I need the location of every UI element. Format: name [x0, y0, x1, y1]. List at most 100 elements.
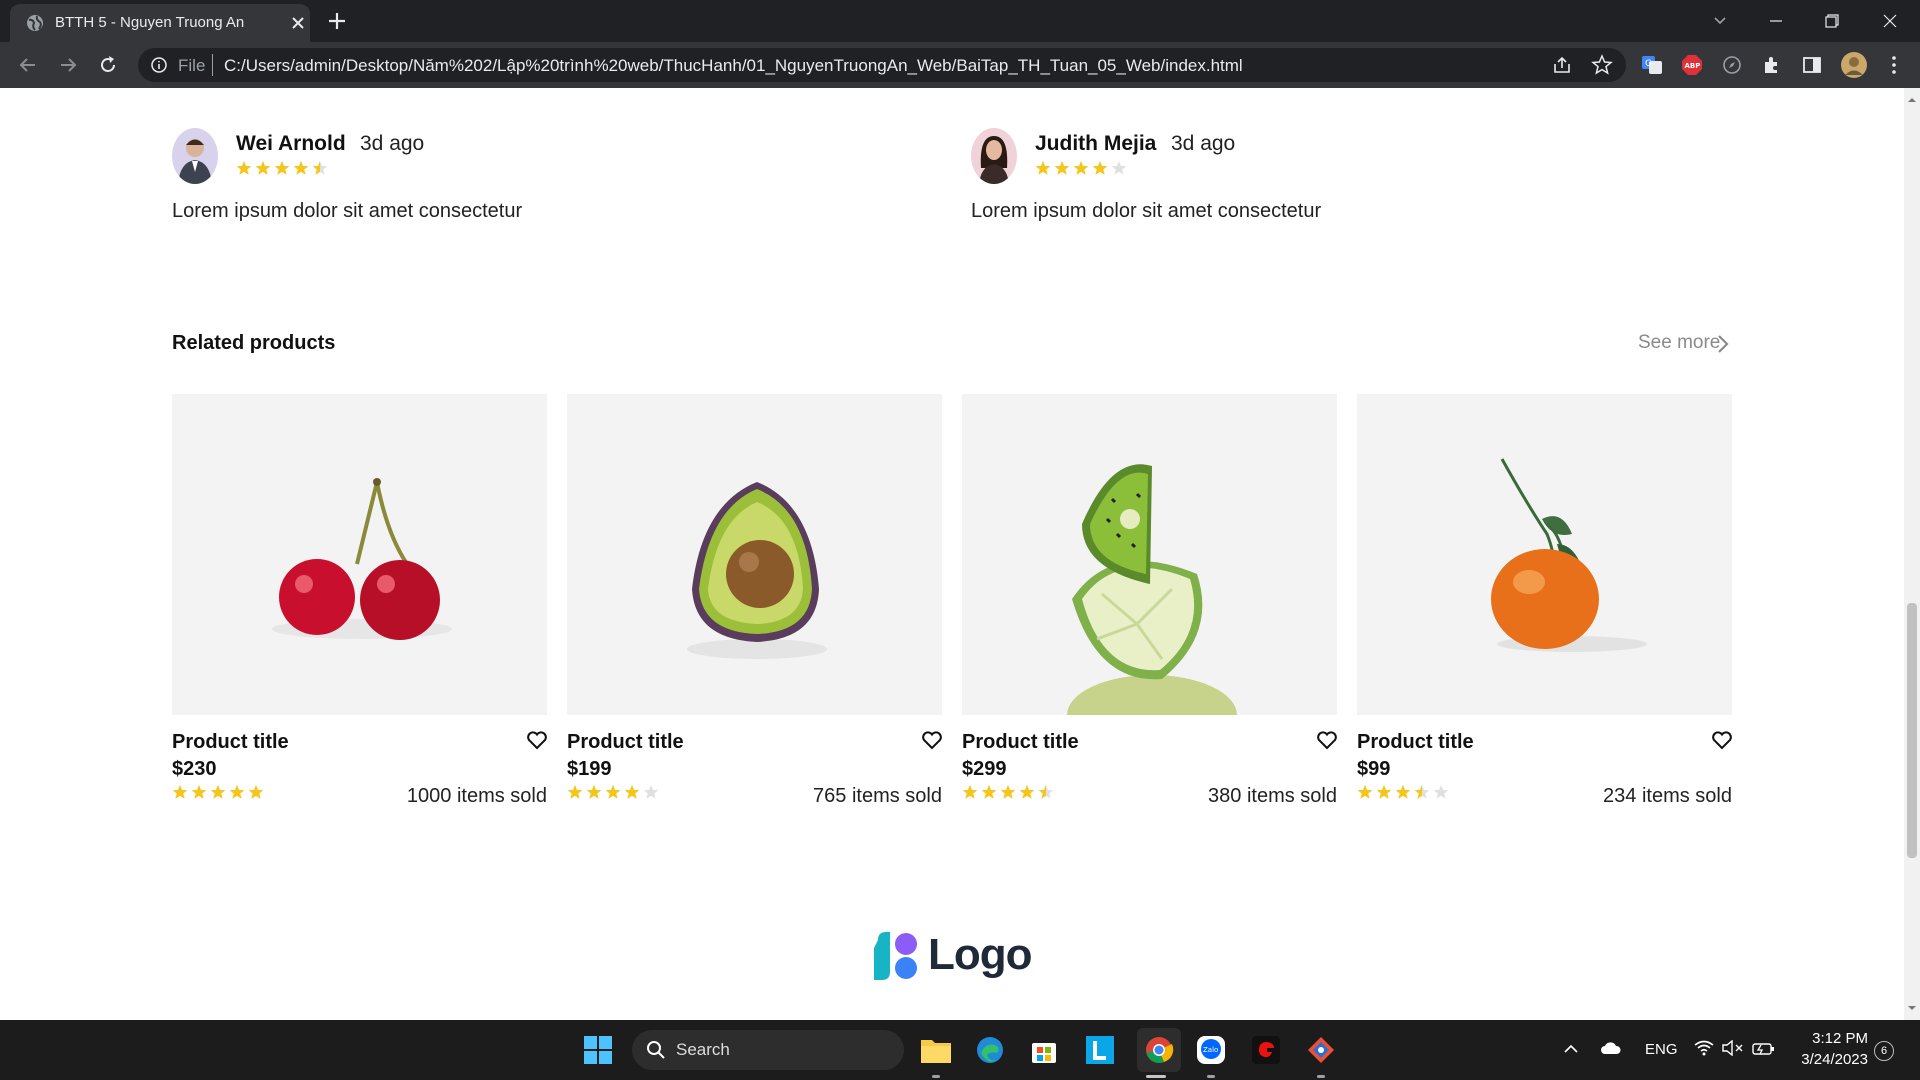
running-indicator: [1207, 1075, 1215, 1078]
notification-count: 6: [1880, 1045, 1888, 1057]
star-rating-icons: [962, 785, 1054, 799]
notification-badge[interactable]: 6: [1874, 1041, 1894, 1061]
product-title[interactable]: Product title: [567, 731, 684, 754]
microsoft-store-icon[interactable]: [1026, 1032, 1062, 1068]
browser-toolbar: File C:/Users/admin/Desktop/Năm%202/Lập%…: [0, 42, 1920, 88]
site-info-icon[interactable]: [150, 56, 168, 74]
star-icon: [1357, 785, 1373, 799]
scroll-up-arrow-icon[interactable]: [1908, 96, 1916, 104]
review-rating: [1035, 160, 1127, 181]
star-icon: [567, 785, 583, 799]
product-title[interactable]: Product title: [1357, 731, 1474, 754]
profile-avatar[interactable]: [1840, 51, 1868, 79]
edge-browser-icon[interactable]: [972, 1032, 1008, 1068]
scrollbar-thumb[interactable]: [1907, 603, 1917, 858]
product-card[interactable]: Product title $299 380 items sold: [962, 394, 1337, 814]
logo-mark-icon: [874, 932, 917, 980]
star-icon: [962, 785, 978, 799]
restore-icon[interactable]: [1804, 0, 1860, 42]
star-rating-icons: [1035, 161, 1127, 175]
url-text[interactable]: C:/Users/admin/Desktop/Năm%202/Lập%20trì…: [224, 56, 1243, 76]
star-icon: [1038, 785, 1054, 799]
chevron-up-icon[interactable]: [1564, 1044, 1578, 1054]
back-icon[interactable]: [16, 53, 40, 77]
garena-icon[interactable]: [1248, 1032, 1284, 1068]
footer-logo[interactable]: Logo: [870, 928, 1040, 984]
star-icon: [1376, 785, 1392, 799]
product-card[interactable]: Product title $199 765 items sold: [567, 394, 942, 814]
product-price: $199: [567, 758, 612, 780]
volume-muted-icon[interactable]: [1722, 1040, 1744, 1056]
product-rating: [567, 784, 659, 805]
new-tab-icon[interactable]: [326, 10, 348, 32]
star-rating-icons: [1357, 785, 1449, 799]
adblock-icon[interactable]: ABP: [1680, 53, 1704, 77]
reviewer-name: Wei Arnold: [236, 132, 346, 155]
wifi-icon[interactable]: [1694, 1040, 1714, 1056]
product-image-cherry[interactable]: [172, 394, 547, 715]
page-scrollbar[interactable]: [1904, 88, 1920, 1020]
heart-icon[interactable]: [1711, 730, 1733, 750]
star-icon: [605, 785, 621, 799]
battery-charging-icon[interactable]: [1752, 1039, 1776, 1057]
zalo-icon[interactable]: Zalo: [1193, 1032, 1229, 1068]
chrome-icon[interactable]: [1137, 1028, 1181, 1072]
scroll-down-arrow-icon[interactable]: [1908, 1004, 1916, 1012]
bookmark-star-icon[interactable]: [1590, 53, 1614, 77]
windows-start-icon[interactable]: [580, 1032, 616, 1068]
onedrive-cloud-icon[interactable]: [1600, 1040, 1622, 1056]
share-icon[interactable]: [1550, 53, 1574, 77]
menu-icon[interactable]: [1882, 53, 1906, 77]
git-app-icon[interactable]: [1303, 1032, 1339, 1068]
star-icon: [981, 785, 997, 799]
star-icon: [1054, 161, 1070, 175]
heart-icon[interactable]: [1316, 730, 1338, 750]
l-app-icon[interactable]: [1082, 1032, 1118, 1068]
tab-search-icon[interactable]: [1692, 0, 1748, 42]
address-bar[interactable]: File C:/Users/admin/Desktop/Năm%202/Lập%…: [138, 48, 1626, 82]
review-text: Lorem ipsum dolor sit amet consectetur: [971, 200, 1322, 222]
product-title[interactable]: Product title: [962, 731, 1079, 754]
compass-extension-icon[interactable]: [1720, 53, 1744, 77]
review-time: 3d ago: [1171, 132, 1236, 155]
star-icon: [293, 161, 309, 175]
star-icon: [1073, 161, 1089, 175]
close-tab-icon[interactable]: [288, 13, 308, 33]
product-image-tangerine[interactable]: [1357, 394, 1732, 715]
svg-text:G: G: [1645, 59, 1652, 69]
file-explorer-icon[interactable]: [918, 1032, 954, 1068]
product-title[interactable]: Product title: [172, 731, 289, 754]
clock-date[interactable]: 3/24/2023: [1796, 1051, 1868, 1068]
forward-icon[interactable]: [56, 53, 80, 77]
review-text: Lorem ipsum dolor sit amet consectetur: [172, 200, 523, 222]
translate-icon[interactable]: G: [1640, 53, 1664, 77]
star-icon: [643, 785, 659, 799]
see-more-label: See more: [1638, 332, 1721, 353]
extensions-puzzle-icon[interactable]: [1760, 53, 1784, 77]
product-card[interactable]: Product title $230 1000 items sold: [172, 394, 547, 814]
star-icon: [586, 785, 602, 799]
see-more-link[interactable]: See more: [1638, 332, 1729, 354]
globe-icon: [27, 15, 43, 31]
browser-tab[interactable]: BTTH 5 - Nguyen Truong An: [10, 4, 310, 42]
active-indicator: [1146, 1075, 1166, 1078]
clock-time[interactable]: 3:12 PM: [1810, 1030, 1868, 1047]
heart-icon[interactable]: [921, 730, 943, 750]
product-rating: [172, 784, 264, 805]
product-card[interactable]: Product title $99 234 items sold: [1357, 394, 1732, 814]
product-image-kiwi-lime[interactable]: [962, 394, 1337, 715]
star-icon: [1433, 785, 1449, 799]
product-image-avocado[interactable]: [567, 394, 942, 715]
side-panel-icon[interactable]: [1800, 53, 1824, 77]
language-indicator[interactable]: ENG: [1645, 1041, 1678, 1058]
minimize-icon[interactable]: [1748, 0, 1804, 42]
omnibox-separator: [212, 54, 213, 76]
product-rating: [962, 784, 1054, 805]
reload-icon[interactable]: [96, 53, 120, 77]
taskbar-search-box[interactable]: Search: [632, 1030, 904, 1070]
close-window-icon[interactable]: [1862, 0, 1918, 42]
taskbar-search-label: Search: [676, 1040, 730, 1059]
product-rating: [1357, 784, 1449, 805]
heart-icon[interactable]: [526, 730, 548, 750]
star-icon: [255, 161, 271, 175]
